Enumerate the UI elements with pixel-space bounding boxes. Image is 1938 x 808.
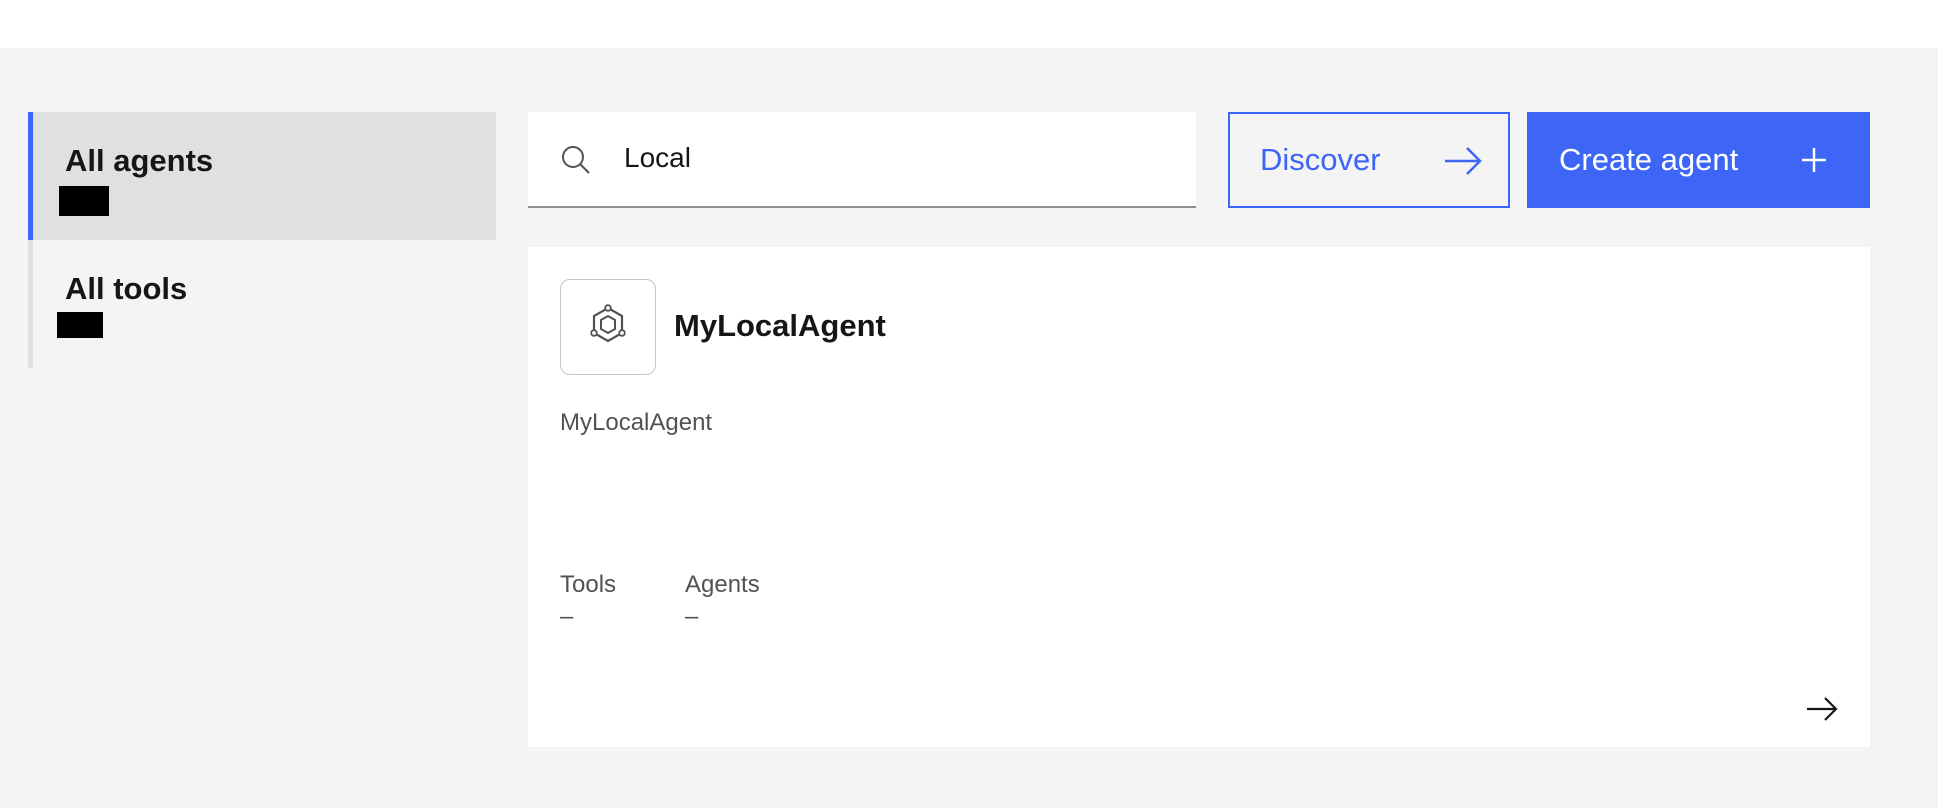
search-icon — [560, 144, 592, 176]
sidebar-item-label: All tools — [65, 271, 188, 306]
arrow-right-icon — [1444, 146, 1482, 176]
create-agent-button-label: Create agent — [1559, 142, 1739, 177]
agent-card-description: MyLocalAgent — [560, 409, 713, 436]
agent-card-tools: Tools – — [560, 569, 616, 633]
redacted-count-badge — [59, 186, 109, 216]
sidebar-nav: All agents All tools — [28, 112, 496, 368]
agents-value: – — [685, 603, 699, 630]
discover-button-label: Discover — [1260, 142, 1381, 177]
agent-hexagon-icon — [586, 303, 630, 352]
agents-label: Agents — [685, 571, 760, 598]
search-bar — [528, 112, 1196, 208]
agent-card[interactable]: MyLocalAgent MyLocalAgent Tools – Agents… — [528, 247, 1870, 747]
search-input[interactable] — [624, 134, 1164, 182]
agent-card-agents: Agents – — [685, 569, 760, 633]
top-bar — [0, 0, 1938, 48]
plus-icon — [1800, 146, 1828, 174]
tools-value: – — [560, 603, 574, 630]
tools-label: Tools — [560, 571, 617, 598]
sidebar-item-all-agents[interactable]: All agents — [28, 112, 496, 240]
create-agent-button[interactable]: Create agent — [1527, 112, 1870, 208]
discover-button[interactable]: Discover — [1228, 112, 1510, 208]
arrow-right-icon[interactable] — [1806, 695, 1838, 723]
redacted-count-badge — [57, 312, 103, 338]
sidebar-item-all-tools[interactable]: All tools — [28, 240, 496, 368]
agent-avatar — [560, 279, 656, 375]
agent-card-title: MyLocalAgent — [674, 308, 886, 343]
sidebar-item-label: All agents — [65, 143, 214, 178]
